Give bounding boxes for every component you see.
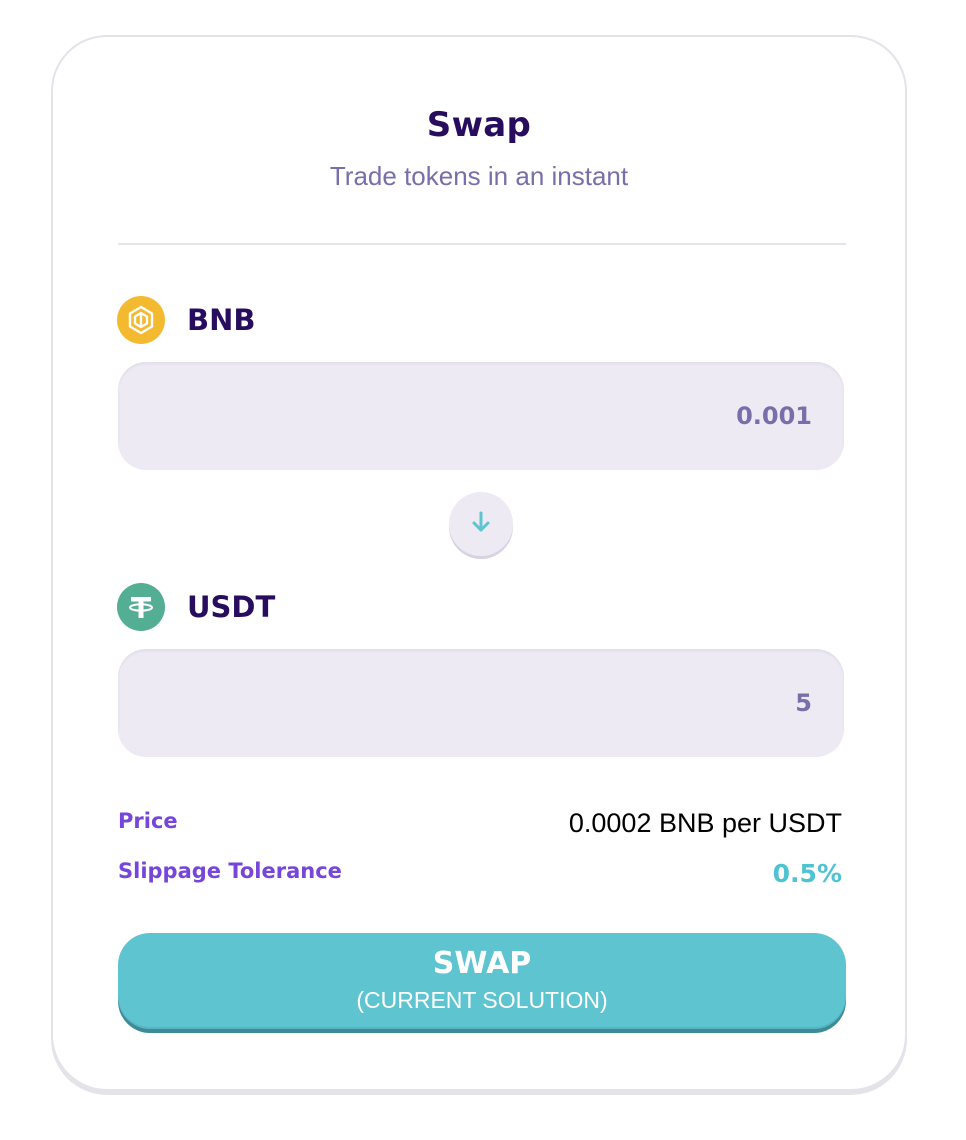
to-token-selector[interactable]: USDT [117,582,275,632]
page-subtitle: Trade tokens in an instant [329,161,629,191]
from-amount-input[interactable]: 0.001 [118,362,844,470]
usdt-icon [117,583,165,631]
to-amount-value: 5 [795,689,812,717]
bnb-icon [117,296,165,344]
swap-card: Swap Trade tokens in an instant BNB 0.00… [51,35,907,1091]
slippage-label: Slippage Tolerance [118,859,342,883]
swap-button-sublabel: (CURRENT SOLUTION) [356,987,608,1013]
from-token-symbol: BNB [187,303,256,337]
to-token-symbol: USDT [187,590,276,624]
swap-button[interactable]: SWAP (CURRENT SOLUTION) [118,933,846,1029]
divider [118,243,846,245]
price-label: Price [118,809,178,833]
from-token-selector[interactable]: BNB [117,295,255,345]
price-value: 0.0002 BNB per USDT [568,808,842,838]
from-amount-value: 0.001 [736,402,812,430]
switch-direction-button[interactable] [449,492,513,556]
to-amount-input[interactable]: 5 [118,649,844,757]
slippage-value[interactable]: 0.5% [773,859,842,888]
page-title: Swap [426,105,532,145]
arrow-down-icon [466,507,496,542]
swap-button-label: SWAP [432,946,532,981]
